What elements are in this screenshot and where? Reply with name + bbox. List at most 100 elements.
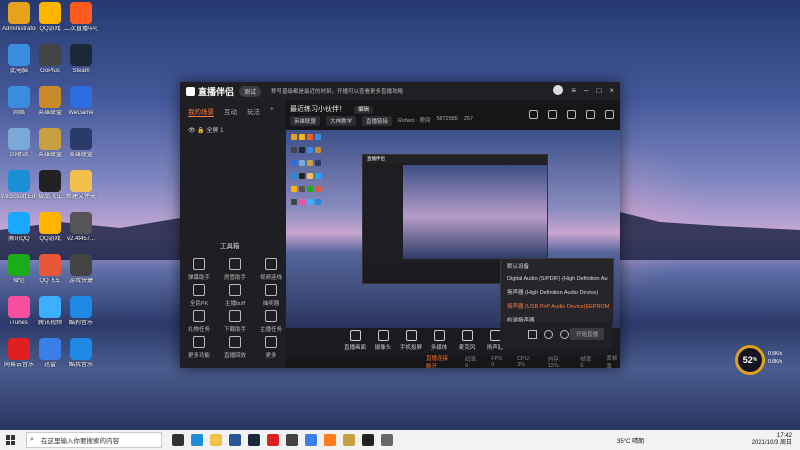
lol-icon[interactable] [343,434,355,446]
app-orange-icon[interactable] [324,434,336,446]
screen-capture-button[interactable]: 直播画面 [342,330,368,351]
notification-icon[interactable] [586,110,595,119]
windows-start-icon[interactable] [6,435,16,445]
desktop-icon[interactable]: 二次直播中心 [64,2,98,33]
minimize-icon[interactable]: – [584,86,588,95]
start-live-button[interactable]: 开始直播 [569,328,604,340]
eye-icon[interactable]: 👁 [188,128,196,134]
tool-label: 抽奖器 [262,301,280,307]
system-clock[interactable]: 17:42 2021/10/3 周日 [752,433,792,447]
screenshot-icon[interactable] [567,110,576,119]
app-gray-icon[interactable] [381,434,393,446]
app-icon [39,2,61,24]
desktop-icon[interactable]: 英雄联盟 [33,86,67,117]
notice-text[interactable]: 称号晋级都是最近的时刻，开播可以查看更多直播攻略 [271,87,403,95]
app-icon [70,170,92,192]
tab-play[interactable]: 玩法 [247,106,260,117]
camera-button[interactable]: 摄像头 [370,330,396,351]
wegame-icon[interactable] [286,434,298,446]
desktop-icon[interactable]: v2.4t457... [64,212,98,243]
live-link-button[interactable]: 直播链接 [362,116,393,126]
microphone-button[interactable]: 麦克风 [454,330,480,351]
weather-widget[interactable]: 35°C 晴朗 [617,436,644,445]
taskbar-search-input[interactable]: ⌕ 在这里输入你要搜索的内容 [26,432,162,448]
device-option[interactable]: Digital Audio (S/PDIF) (High Definition … [501,273,613,285]
tool-button[interactable]: 视频连线 [256,258,286,281]
record-icon[interactable] [548,110,557,119]
close-icon[interactable]: × [609,86,614,95]
desktop-icon[interactable]: QQ游戏 [33,2,67,33]
tool-button[interactable]: 礼物任务 [184,310,214,333]
desktop-icon[interactable]: GoPlus [33,44,67,75]
desktop-icon[interactable]: 网易云音乐 [2,338,36,369]
desktop-icon[interactable]: 网络 [2,86,36,117]
settings-icon[interactable] [529,110,538,119]
desktop-icon[interactable]: 酷我音乐 [64,338,98,369]
desktop-icon-label: 腾讯视频 [37,320,62,326]
multimedia-button[interactable]: 多媒体 [426,330,452,351]
desktop-icon[interactable]: 酷狗音乐 [64,296,98,327]
tool-button[interactable]: 更多功能 [184,336,214,359]
qq-icon[interactable] [267,434,279,446]
tool-button[interactable]: 全民PK [184,284,214,307]
avatar[interactable] [553,85,564,95]
desktop-icon[interactable]: 回收站 [2,128,36,159]
add-scene-icon[interactable]: + [270,106,274,117]
preview-icon [299,160,305,166]
tool-button[interactable]: 主播buff [220,284,250,307]
device-option[interactable]: 默认设备 [501,259,613,273]
eye-icon[interactable] [544,330,553,339]
share-icon[interactable] [605,110,614,119]
desktop-icon-label: 回收站 [9,152,28,158]
desktop-icon[interactable]: 极品飞车 [33,170,67,201]
tool-button[interactable]: 更多 [256,336,286,359]
desktop-icon[interactable]: 新建文件夹 [64,170,98,201]
desktop-icon[interactable]: Microsoft Edge [2,170,36,201]
tab-interaction[interactable]: 互动 [224,106,237,117]
desktop-icon[interactable]: 腾讯QQ [2,212,36,243]
phone-cast-button[interactable]: 手机投屏 [398,330,424,351]
store-icon[interactable] [229,434,241,446]
tool-button[interactable]: 弹幕助手 [184,258,214,281]
app-dark-icon[interactable] [362,434,374,446]
app-badge[interactable]: 测试 [239,85,262,97]
desktop-icon[interactable]: QQ飞车 [33,254,67,285]
desktop-icon[interactable]: Administrator [2,2,36,33]
desktop-icon[interactable]: 迅雷 [33,338,67,369]
steam-icon[interactable] [248,434,260,446]
gear-icon[interactable] [560,330,569,339]
desktop-icon[interactable]: WeGame [64,86,98,117]
device-option[interactable]: 扬声器 (High Definition Audio Device) [501,285,613,299]
lock-icon[interactable]: 🔒 [197,128,204,134]
file-explorer-icon[interactable] [210,434,222,446]
desktop-icon[interactable]: QQ游戏 [33,212,67,243]
speaker-device-dropdown: 默认设备 Digital Audio (S/PDIF) (High Defini… [500,258,614,324]
tool-button[interactable]: 抽奖器 [256,284,286,307]
tool-button[interactable]: 下载助手 [220,310,250,333]
desktop-icon[interactable]: 英雄联盟 [33,128,67,159]
maximize-icon[interactable]: □ [596,86,601,95]
desktop-icon[interactable]: 英雄联盟 [64,128,98,159]
category-badge[interactable]: 英雄联盟 [290,116,321,126]
edit-button[interactable]: 编辑 [353,106,373,114]
desktop-icon[interactable]: 腾讯视频 [33,296,67,327]
edge-icon[interactable] [191,434,203,446]
xunlei-icon[interactable] [305,434,317,446]
tag-badge[interactable]: 大神教学 [326,116,357,126]
clock-time: 17:42 [776,433,792,439]
tool-button[interactable]: 主播任务 [256,310,286,333]
menu-icon[interactable]: ≡ [571,86,576,95]
tool-button[interactable]: 房管助手 [220,258,250,281]
desktop-icon[interactable]: 此电脑 [2,44,36,75]
desktop-icon[interactable]: 游戏快捷 [64,254,98,285]
video-icon[interactable] [528,330,537,339]
desktop-icon[interactable]: iTunes [2,296,36,327]
tab-scenes[interactable]: 我的场景 [188,106,214,117]
task-view-icon[interactable] [172,434,184,446]
tool-button[interactable]: 直播回放 [220,336,250,359]
desktop-icon[interactable]: 微信 [2,254,36,285]
network-gauge[interactable]: 52% [735,345,765,375]
device-option-selected[interactable]: 扬声器 (USB PnP Audio Device(EEPROM [501,299,613,313]
desktop-icon[interactable]: Steam [64,44,98,75]
scene-item[interactable]: 👁 🔒 全屏 1 [180,121,286,138]
